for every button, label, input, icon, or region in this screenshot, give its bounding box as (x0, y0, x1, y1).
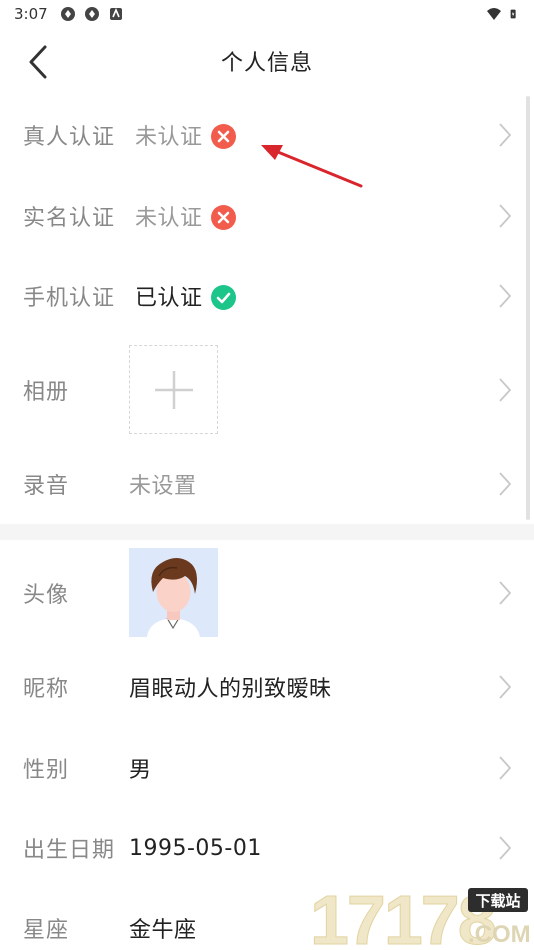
row-album[interactable]: 相册 (0, 336, 534, 444)
status-bar: 3:07 (0, 0, 534, 28)
zodiac-value: 金牛座 (129, 918, 197, 943)
status-text: 已认证 (135, 286, 203, 311)
row-avatar[interactable]: 头像 (0, 540, 534, 646)
navigation-bar: 个人信息 (0, 28, 534, 94)
battery-icon (510, 9, 516, 19)
watermark-number: 17178 (310, 881, 495, 950)
app-icon (109, 7, 122, 20)
chevron-right-icon (499, 581, 512, 605)
row-label: 性别 (23, 758, 70, 783)
sync-icon (60, 7, 75, 21)
page-title: 个人信息 (220, 51, 313, 76)
chevron-right-icon (499, 836, 512, 860)
back-button[interactable] (20, 42, 56, 82)
status-system-icons (486, 6, 520, 22)
chevron-right-icon (499, 378, 512, 402)
row-label: 头像 (23, 583, 70, 608)
unverified-icon (210, 204, 236, 230)
verification-status: 已认证 (135, 280, 236, 312)
verification-status: 未认证 (135, 119, 236, 151)
status-text: 未认证 (135, 206, 203, 231)
verification-status: 未认证 (135, 200, 236, 232)
row-label: 真人认证 (23, 125, 116, 150)
chevron-right-icon (499, 756, 512, 780)
row-label: 手机认证 (23, 286, 116, 311)
nickname-value: 眉眼动人的别致暧昧 (129, 677, 332, 702)
watermark-suffix: .COM (468, 921, 531, 948)
row-label: 出生日期 (23, 838, 116, 863)
row-gender[interactable]: 性别 男 (0, 728, 534, 808)
row-label: 录音 (23, 474, 70, 499)
cartoon-boy-avatar (129, 548, 218, 637)
row-phone-verification[interactable]: 手机认证 已认证 (0, 256, 534, 336)
wifi-icon (487, 8, 501, 20)
add-photo-button[interactable] (129, 345, 218, 434)
chevron-left-icon (29, 45, 47, 79)
sync-icon (84, 7, 99, 21)
row-voice-recording[interactable]: 录音 未设置 (0, 444, 534, 524)
chevron-right-icon (499, 472, 512, 496)
gender-value: 男 (129, 758, 152, 783)
status-text: 未认证 (135, 125, 203, 150)
row-label: 昵称 (23, 677, 70, 702)
unverified-icon (210, 123, 236, 149)
plus-icon (154, 370, 193, 409)
section-divider (0, 524, 534, 540)
verified-icon (210, 284, 236, 310)
avatar[interactable] (129, 548, 218, 637)
row-label: 星座 (23, 918, 70, 943)
chevron-right-icon (499, 123, 512, 147)
chevron-right-icon (499, 284, 512, 308)
status-notification-icons (60, 6, 124, 22)
site-watermark-logo: 17178 下载站 .COM (310, 881, 531, 950)
row-label: 实名认证 (23, 206, 116, 231)
row-label: 相册 (23, 380, 70, 405)
row-nickname[interactable]: 昵称 眉眼动人的别致暧昧 (0, 646, 534, 728)
birthday-value: 1995-05-01 (129, 835, 262, 861)
watermark-tag: 下载站 (475, 892, 520, 910)
voice-status: 未设置 (129, 474, 197, 499)
chevron-right-icon (499, 204, 512, 228)
status-time: 3:07 (14, 5, 48, 23)
annotation-arrow (261, 145, 363, 188)
chevron-right-icon (499, 675, 512, 699)
